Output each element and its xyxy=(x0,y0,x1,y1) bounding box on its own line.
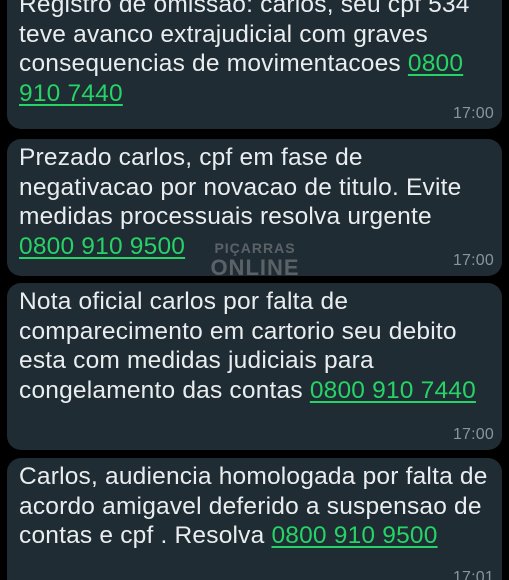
message-bubble[interactable]: Nota oficial carlos por falta de compare… xyxy=(7,283,502,450)
message-bubble[interactable]: Prezado carlos, cpf em fase de negativac… xyxy=(7,139,502,276)
message-timestamp: 17:01 xyxy=(452,569,494,580)
message-timestamp: 17:00 xyxy=(452,105,494,122)
message-text: Nota oficial carlos por falta de compare… xyxy=(19,287,492,405)
message-timestamp: 17:00 xyxy=(452,252,494,269)
message-timestamp: 17:00 xyxy=(452,426,494,443)
chat-thread: Registro de omissao: carlos, seu cpf 534… xyxy=(0,0,509,580)
message-body: Prezado carlos, cpf em fase de negativac… xyxy=(19,144,462,230)
message-text: Prezado carlos, cpf em fase de negativac… xyxy=(19,143,492,261)
message-body: Registro de omissao: carlos, seu cpf 534… xyxy=(19,0,470,77)
message-text: Registro de omissao: carlos, seu cpf 534… xyxy=(19,0,492,108)
message-bubble[interactable]: Registro de omissao: carlos, seu cpf 534… xyxy=(7,0,502,129)
phone-link[interactable]: 0800 910 9500 xyxy=(19,233,185,260)
phone-link[interactable]: 0800 910 9500 xyxy=(271,522,437,549)
message-bubble[interactable]: Carlos, audiencia homologada por falta d… xyxy=(7,458,502,580)
phone-link[interactable]: 0800 910 7440 xyxy=(310,377,476,404)
message-text: Carlos, audiencia homologada por falta d… xyxy=(19,462,492,551)
